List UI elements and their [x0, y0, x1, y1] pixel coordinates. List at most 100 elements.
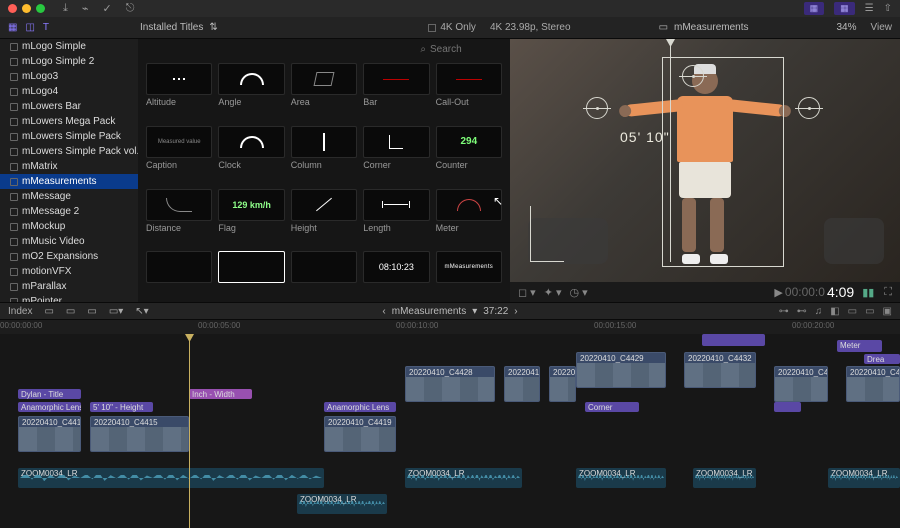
- clip-aud[interactable]: ZOOM0034_LR: [18, 468, 324, 488]
- clip-vid[interactable]: 20220410_: [549, 366, 576, 402]
- settings-icon[interactable]: ☰: [865, 3, 874, 14]
- clip-title[interactable]: Dylan - Title: [18, 389, 81, 399]
- tile-thumb[interactable]: Measured value: [146, 126, 212, 158]
- clip-vid[interactable]: 20220410_C4431: [774, 366, 828, 402]
- next-edit-icon[interactable]: ›: [514, 306, 517, 317]
- fullscreen-icon[interactable]: ⛶: [884, 286, 892, 299]
- import-icon[interactable]: ⤓: [63, 2, 68, 15]
- index-button[interactable]: Index: [8, 306, 32, 317]
- tile-thumb[interactable]: [436, 63, 502, 95]
- timeline-title[interactable]: mMeasurements: [392, 306, 466, 317]
- tl-opt-icon[interactable]: ▣: [883, 306, 892, 317]
- render-icon[interactable]: ⎋: [126, 2, 135, 15]
- tl-opt-icon[interactable]: ▭: [865, 306, 874, 317]
- clip-vid[interactable]: 20220410_C4419: [324, 416, 396, 452]
- title-tile[interactable]: Distance: [146, 189, 212, 246]
- clip-vid[interactable]: 20220410_: [504, 366, 540, 402]
- title-tile[interactable]: Column: [291, 126, 357, 183]
- title-tile[interactable]: Altitude: [146, 63, 212, 120]
- title-tile[interactable]: Corner: [363, 126, 429, 183]
- title-tile[interactable]: Angle: [218, 63, 284, 120]
- sidebar-item[interactable]: mLogo Simple 2: [0, 54, 138, 69]
- sidebar-item[interactable]: mLowers Simple Pack: [0, 129, 138, 144]
- skimming-icon[interactable]: ⊶: [779, 306, 789, 317]
- titles-icon[interactable]: T: [43, 22, 49, 33]
- title-tile[interactable]: Area: [291, 63, 357, 120]
- title-tile[interactable]: [291, 251, 357, 298]
- sidebar-item[interactable]: mMusic Video: [0, 234, 138, 249]
- title-tile[interactable]: Call-Out: [436, 63, 502, 120]
- title-tile[interactable]: Length: [363, 189, 429, 246]
- tile-thumb[interactable]: [291, 251, 357, 283]
- sidebar-item[interactable]: mParallax: [0, 279, 138, 294]
- title-tile[interactable]: Meter: [436, 189, 502, 246]
- bg-tasks-icon[interactable]: ✓: [103, 2, 112, 15]
- clip-aud[interactable]: ZOOM0034_LR: [828, 468, 900, 488]
- tracks[interactable]: Dylan - TitleInch - WidthMeterAnamorphic…: [0, 334, 900, 528]
- sidebar-item[interactable]: mLogo Simple: [0, 39, 138, 54]
- search-input[interactable]: [430, 44, 500, 55]
- clip-vid[interactable]: 20220410_C4428: [405, 366, 495, 402]
- sort-icon[interactable]: ⇅: [209, 22, 217, 33]
- layout-pill-1[interactable]: ▦: [804, 2, 825, 15]
- sidebar-item[interactable]: mMeasurements: [0, 174, 138, 189]
- playhead[interactable]: [189, 334, 190, 528]
- tile-thumb[interactable]: [363, 63, 429, 95]
- share-icon[interactable]: ⇧: [884, 3, 892, 14]
- sidebar-item[interactable]: mMessage 2: [0, 204, 138, 219]
- title-tile[interactable]: Bar: [363, 63, 429, 120]
- clip-title[interactable]: [774, 402, 801, 412]
- view-menu[interactable]: View: [871, 22, 893, 33]
- tile-thumb[interactable]: [291, 126, 357, 158]
- sidebar-item[interactable]: motionVFX: [0, 264, 138, 279]
- title-tile[interactable]: [218, 251, 284, 298]
- clip-vid[interactable]: 20220410_C4415: [90, 416, 189, 452]
- enhance-icon[interactable]: ✦ ▾: [544, 286, 562, 299]
- clip-title[interactable]: Meter: [837, 340, 882, 352]
- title-tile[interactable]: mMeasurements: [436, 251, 502, 298]
- tile-thumb[interactable]: 08:10:23: [363, 251, 429, 283]
- title-tile[interactable]: [146, 251, 212, 298]
- prev-edit-icon[interactable]: ‹: [382, 306, 385, 317]
- tile-thumb[interactable]: [146, 189, 212, 221]
- tile-thumb[interactable]: 129 km/h: [218, 189, 284, 221]
- tile-thumb[interactable]: [436, 189, 502, 221]
- sidebar-item[interactable]: mMessage: [0, 189, 138, 204]
- sidebar-item[interactable]: mMockup: [0, 219, 138, 234]
- title-tile[interactable]: Height: [291, 189, 357, 246]
- tile-thumb[interactable]: [363, 126, 429, 158]
- clip-title[interactable]: Drea: [864, 354, 900, 364]
- checkbox-icon[interactable]: [428, 24, 436, 32]
- title-tile[interactable]: Clock: [218, 126, 284, 183]
- clip-vid[interactable]: 20220410_C4433: [846, 366, 900, 402]
- sidebar-item[interactable]: mMatrix: [0, 159, 138, 174]
- tile-thumb[interactable]: mMeasurements: [436, 251, 502, 283]
- snap-icon[interactable]: ◧: [830, 306, 839, 317]
- keyword-icon[interactable]: ⌁: [82, 2, 89, 15]
- clip-aud[interactable]: ZOOM0034_LR: [297, 494, 387, 514]
- close-icon[interactable]: [8, 4, 17, 13]
- photos-icon[interactable]: ◫: [25, 22, 34, 33]
- tile-thumb[interactable]: [218, 126, 284, 158]
- retime-icon[interactable]: ◷ ▾: [570, 286, 588, 299]
- viewer-skimmer[interactable]: [670, 39, 671, 262]
- library-icon[interactable]: ▦: [8, 22, 17, 33]
- tile-thumb[interactable]: [363, 189, 429, 221]
- filter-4k[interactable]: 4K Only: [428, 22, 476, 33]
- tile-thumb[interactable]: [146, 63, 212, 95]
- sidebar-item[interactable]: mLowers Simple Pack vol. 2: [0, 144, 138, 159]
- tile-thumb[interactable]: [291, 189, 357, 221]
- tool-select[interactable]: ↖▾: [135, 306, 148, 317]
- tl-layout-icon[interactable]: ▭: [66, 306, 75, 317]
- sidebar-item[interactable]: mPointer: [0, 294, 138, 302]
- title-tile[interactable]: Measured valueCaption: [146, 126, 212, 183]
- clip-aud[interactable]: ZOOM0034_LR: [405, 468, 522, 488]
- tl-layout-icon[interactable]: ▭: [87, 306, 96, 317]
- clip-vid[interactable]: 20220410_C4432: [684, 352, 756, 388]
- clip-title[interactable]: 5' 10" - Height: [90, 402, 153, 412]
- clip-title[interactable]: Anamorphic Lens: [18, 402, 81, 412]
- sidebar-item[interactable]: mO2 Expansions: [0, 249, 138, 264]
- sidebar-item[interactable]: mLowers Bar: [0, 99, 138, 114]
- clip-vid[interactable]: 20220410_C4414: [18, 416, 81, 452]
- zoom-level[interactable]: 34%: [836, 22, 856, 33]
